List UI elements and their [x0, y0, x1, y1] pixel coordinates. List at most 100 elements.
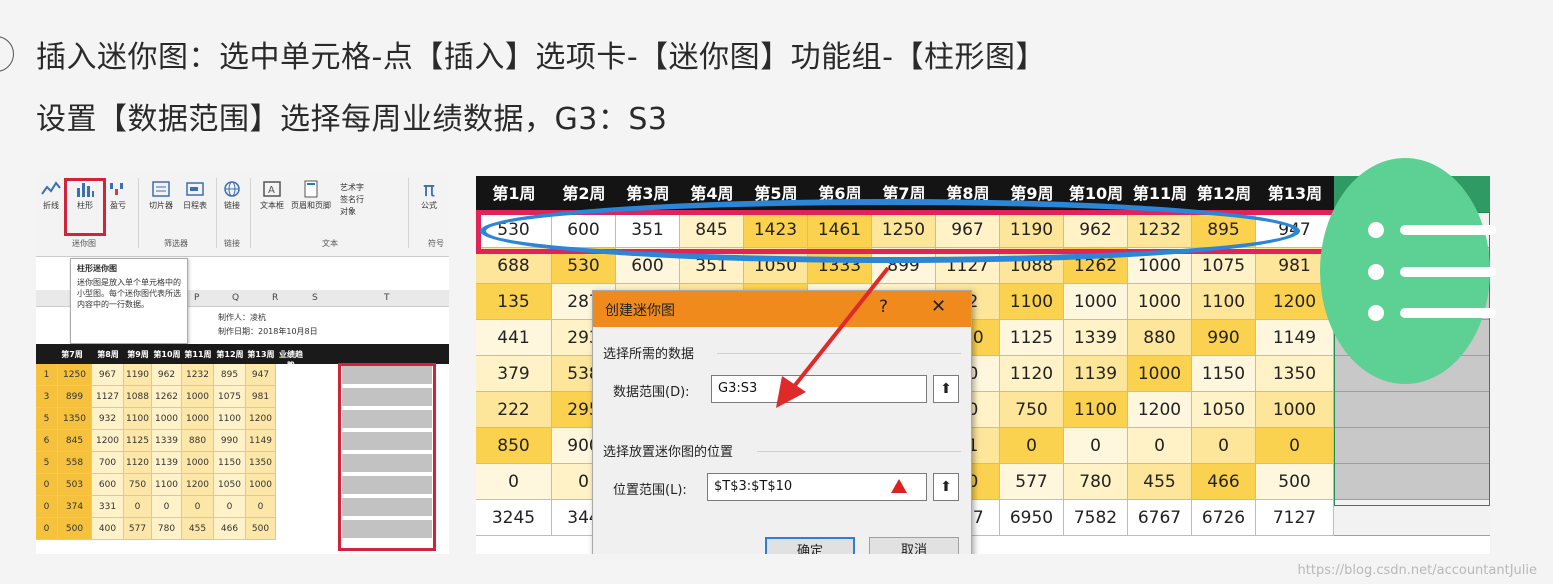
table-cell[interactable]: 1000: [1256, 392, 1334, 428]
table-cell[interactable]: 577: [124, 518, 152, 540]
row-stub-cell[interactable]: 0: [36, 518, 58, 540]
location-range-picker-icon[interactable]: ⬆: [933, 473, 959, 501]
line-sparkline-button[interactable]: 折线: [40, 180, 62, 226]
table-cell[interactable]: 0: [1128, 428, 1192, 464]
table-cell[interactable]: 1190: [124, 364, 152, 386]
table-cell[interactable]: 1100: [1064, 392, 1128, 428]
table-cell[interactable]: 1120: [124, 452, 152, 474]
data-range-picker-icon[interactable]: ⬆: [933, 375, 959, 403]
timeline-button[interactable]: 日程表: [178, 180, 212, 226]
table-cell[interactable]: 780: [1064, 464, 1128, 500]
close-icon[interactable]: ✕: [931, 296, 946, 317]
table-cell[interactable]: 0: [182, 496, 214, 518]
table-cell[interactable]: 1150: [1192, 356, 1256, 392]
table-cell[interactable]: 1000: [1128, 356, 1192, 392]
table-cell[interactable]: 1139: [152, 452, 182, 474]
table-cell[interactable]: 0: [214, 496, 246, 518]
trend-cell[interactable]: [1334, 500, 1490, 536]
table-cell[interactable]: 455: [182, 518, 214, 540]
table-cell[interactable]: 0: [1256, 428, 1334, 464]
column-letter[interactable]: P: [194, 293, 199, 303]
winloss-sparkline-button[interactable]: 盈亏: [106, 180, 130, 226]
ok-button[interactable]: 确定: [765, 537, 855, 554]
table-cell[interactable]: 1200: [92, 430, 124, 452]
row-stub-cell[interactable]: 5: [36, 408, 58, 430]
table-cell[interactable]: 880: [1128, 320, 1192, 356]
table-cell[interactable]: 374: [58, 496, 92, 518]
table-cell[interactable]: 379: [476, 356, 552, 392]
trend-cell[interactable]: [1334, 464, 1490, 500]
table-cell[interactable]: 558: [58, 452, 92, 474]
formula-button[interactable]: π 公式: [414, 179, 444, 226]
table-cell[interactable]: 1139: [1064, 356, 1128, 392]
table-cell[interactable]: 1100: [1000, 284, 1064, 320]
table-cell[interactable]: 967: [92, 364, 124, 386]
table-cell[interactable]: 1000: [182, 452, 214, 474]
table-cell[interactable]: 1120: [1000, 356, 1064, 392]
wordart-button[interactable]: 艺术字: [340, 182, 364, 194]
table-cell[interactable]: 1150: [214, 452, 246, 474]
table-cell[interactable]: 0: [1000, 428, 1064, 464]
table-cell[interactable]: 1149: [1256, 320, 1334, 356]
help-icon[interactable]: ?: [879, 297, 888, 317]
table-cell[interactable]: 1262: [152, 386, 182, 408]
table-cell[interactable]: 7127: [1256, 500, 1334, 536]
table-cell[interactable]: 455: [1128, 464, 1192, 500]
table-cell[interactable]: 750: [1000, 392, 1064, 428]
table-cell[interactable]: 1149: [246, 430, 276, 452]
table-cell[interactable]: 1088: [124, 386, 152, 408]
table-cell[interactable]: 503: [58, 474, 92, 496]
table-cell[interactable]: 932: [92, 408, 124, 430]
column-letter[interactable]: R: [272, 293, 278, 303]
table-cell[interactable]: 331: [92, 496, 124, 518]
table-cell[interactable]: 135: [476, 284, 552, 320]
column-letter[interactable]: S: [312, 293, 318, 303]
table-cell[interactable]: 1050: [1192, 392, 1256, 428]
row-stub-cell[interactable]: 6: [36, 430, 58, 452]
row-stub-cell[interactable]: 5: [36, 452, 58, 474]
table-cell[interactable]: 1350: [246, 452, 276, 474]
table-cell[interactable]: 990: [1192, 320, 1256, 356]
table-cell[interactable]: 466: [1192, 464, 1256, 500]
table-cell[interactable]: 700: [92, 452, 124, 474]
table-cell[interactable]: 1350: [58, 408, 92, 430]
table-cell[interactable]: 1125: [124, 430, 152, 452]
header-footer-button[interactable]: 页眉和页脚: [290, 180, 332, 226]
table-cell[interactable]: 780: [152, 518, 182, 540]
table-cell[interactable]: 441: [476, 320, 552, 356]
table-cell[interactable]: 1339: [152, 430, 182, 452]
table-cell[interactable]: 947: [246, 364, 276, 386]
table-cell[interactable]: 0: [1064, 428, 1128, 464]
table-cell[interactable]: 0: [124, 496, 152, 518]
table-cell[interactable]: 750: [124, 474, 152, 496]
table-cell[interactable]: 466: [214, 518, 246, 540]
cancel-button[interactable]: 取消: [869, 537, 959, 554]
table-cell[interactable]: 600: [92, 474, 124, 496]
table-cell[interactable]: 880: [182, 430, 214, 452]
data-range-input[interactable]: G3:S3: [711, 375, 927, 403]
table-cell[interactable]: 500: [58, 518, 92, 540]
table-cell[interactable]: 1000: [1128, 284, 1192, 320]
table-cell[interactable]: 6767: [1128, 500, 1192, 536]
table-cell[interactable]: 7582: [1064, 500, 1128, 536]
table-cell[interactable]: 400: [92, 518, 124, 540]
trend-cell[interactable]: [1334, 428, 1490, 464]
table-cell[interactable]: 990: [214, 430, 246, 452]
row-stub-cell[interactable]: 1: [36, 364, 58, 386]
row-stub-cell[interactable]: 0: [36, 474, 58, 496]
table-cell[interactable]: 1000: [182, 386, 214, 408]
table-cell[interactable]: 3245: [476, 500, 552, 536]
column-letter[interactable]: T: [384, 293, 390, 303]
table-cell[interactable]: 0: [152, 496, 182, 518]
table-cell[interactable]: 222: [476, 392, 552, 428]
object-button[interactable]: 对象: [340, 206, 364, 218]
table-cell[interactable]: 850: [476, 428, 552, 464]
column-letter[interactable]: Q: [232, 293, 239, 303]
textbox-button[interactable]: A 文本框: [256, 180, 288, 226]
table-cell[interactable]: 0: [476, 464, 552, 500]
table-cell[interactable]: 500: [1256, 464, 1334, 500]
table-cell[interactable]: 1100: [1192, 284, 1256, 320]
table-cell[interactable]: 962: [152, 364, 182, 386]
table-cell[interactable]: 1100: [124, 408, 152, 430]
table-cell[interactable]: 1339: [1064, 320, 1128, 356]
